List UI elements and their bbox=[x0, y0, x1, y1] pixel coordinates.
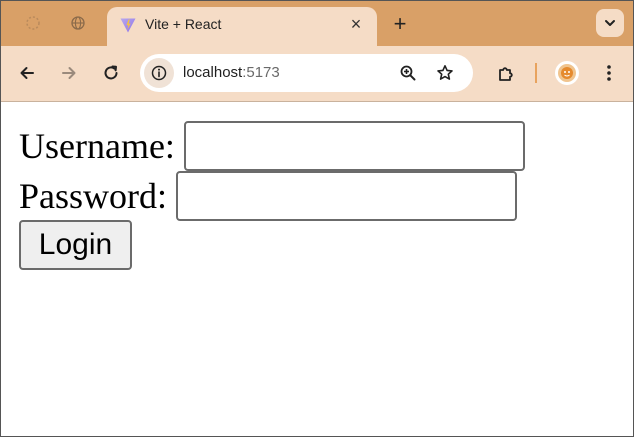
globe-tab-icon[interactable] bbox=[68, 13, 88, 33]
password-input[interactable] bbox=[176, 171, 518, 221]
tab-close-icon[interactable]: × bbox=[346, 14, 366, 34]
url-port: :5173 bbox=[242, 64, 280, 81]
password-row: Password: bbox=[19, 171, 518, 221]
browser-menu-icon[interactable] bbox=[597, 61, 621, 85]
new-tab-icon[interactable]: + bbox=[389, 13, 411, 35]
vite-logo-icon bbox=[119, 16, 137, 34]
toolbar-divider bbox=[535, 63, 537, 83]
login-button[interactable]: Login bbox=[19, 220, 132, 270]
browser-toolbar: localhost:5173 bbox=[1, 46, 633, 102]
back-arrow-icon[interactable] bbox=[15, 61, 39, 85]
loading-tab-icon[interactable] bbox=[23, 13, 43, 33]
address-url: localhost:5173 bbox=[183, 64, 280, 82]
tab-vite-react[interactable]: Vite + React × bbox=[107, 7, 377, 46]
address-bar[interactable]: localhost:5173 bbox=[140, 54, 473, 92]
browser-window: Vite + React × + localhost:5173 Username… bbox=[0, 0, 634, 437]
forward-arrow-icon[interactable] bbox=[57, 61, 81, 85]
username-label: Username: bbox=[19, 126, 175, 166]
password-label: Password: bbox=[19, 176, 168, 216]
username-input[interactable] bbox=[183, 121, 525, 171]
reload-icon[interactable] bbox=[99, 61, 123, 85]
username-row: Username: bbox=[19, 121, 525, 171]
tab-title: Vite + React bbox=[145, 16, 222, 32]
url-host: localhost bbox=[183, 64, 243, 81]
zoom-icon[interactable] bbox=[397, 62, 419, 84]
page-content: Username: Password: Login bbox=[1, 102, 633, 436]
tab-strip: Vite + React × + bbox=[1, 1, 633, 46]
site-info-icon[interactable] bbox=[144, 58, 174, 88]
profile-avatar-icon[interactable] bbox=[555, 61, 579, 85]
bookmark-star-icon[interactable] bbox=[434, 62, 456, 84]
tab-search-chevron-icon[interactable] bbox=[596, 9, 624, 37]
extensions-puzzle-icon[interactable] bbox=[494, 61, 518, 85]
